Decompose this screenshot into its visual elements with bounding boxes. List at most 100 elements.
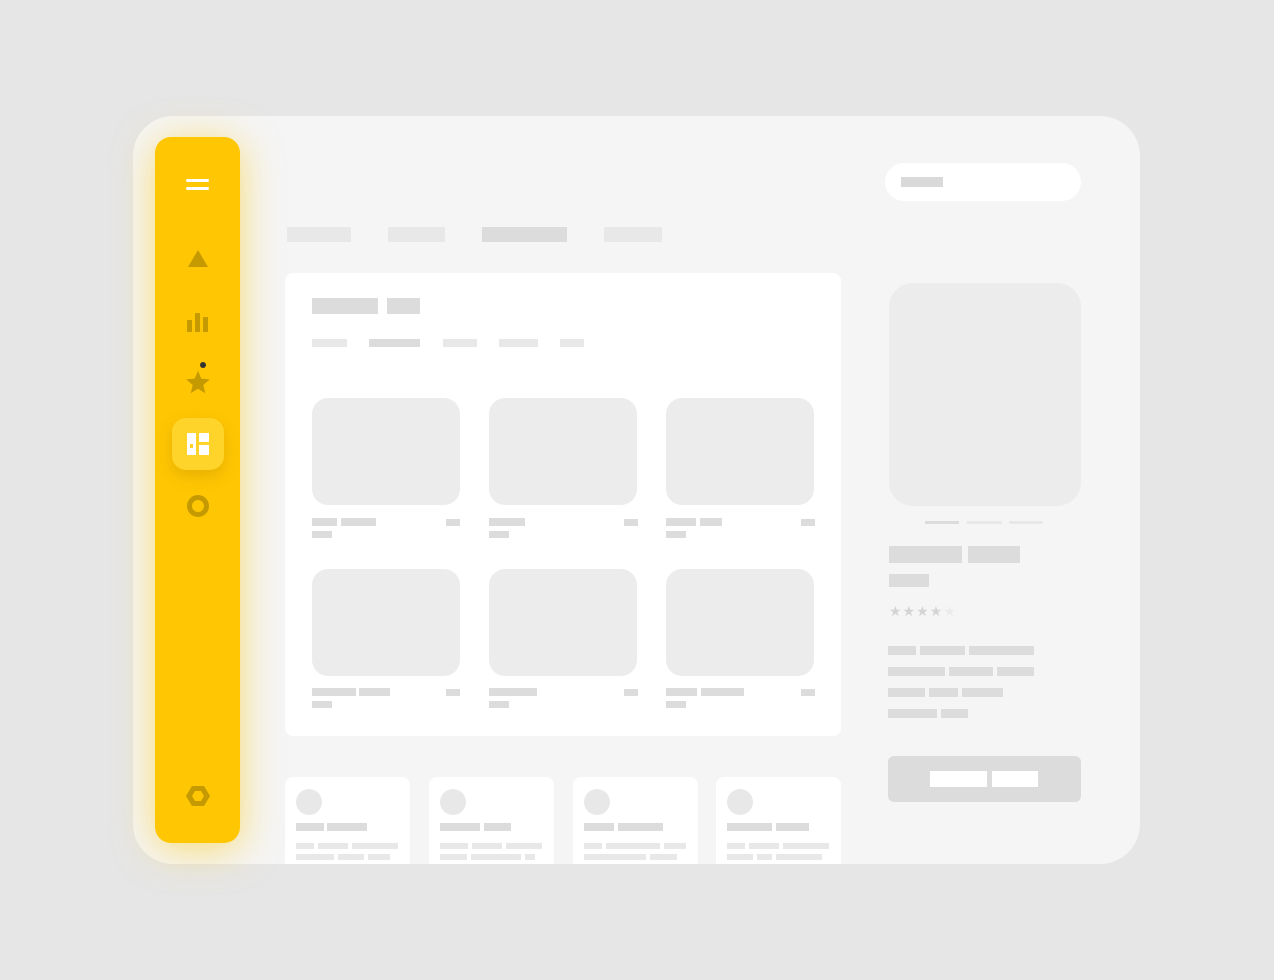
feed-card-title (484, 823, 511, 831)
avatar (440, 789, 466, 815)
feed-card[interactable] (716, 777, 841, 877)
detail-text (888, 667, 945, 676)
feed-card-text (776, 854, 822, 860)
feed-card-text (783, 843, 829, 849)
tile-sub (666, 531, 686, 538)
feed-card-text (727, 854, 753, 860)
nav-item-stats[interactable] (180, 307, 216, 335)
feed-card-text (296, 854, 334, 860)
primary-action-button[interactable] (888, 756, 1081, 802)
tile-meta (801, 519, 815, 526)
card-title-suffix (387, 298, 420, 314)
tile-meta (624, 519, 638, 526)
feed-card-text (584, 843, 602, 849)
feed-card-title (618, 823, 663, 831)
tile-label (312, 688, 356, 696)
filter-1[interactable] (312, 339, 347, 347)
nav-item-profile[interactable] (180, 491, 216, 521)
tab-3-active[interactable] (482, 227, 567, 242)
feed-card-text (584, 854, 646, 860)
feed-card-text (472, 843, 502, 849)
feed-card-text (650, 854, 677, 860)
nav-item-home[interactable] (180, 245, 216, 273)
tile-sub (489, 701, 509, 708)
feed-card-title (327, 823, 367, 831)
feed-card-text (757, 854, 772, 860)
feed-card-text (727, 843, 745, 849)
search-input[interactable] (885, 163, 1081, 201)
tile-sub (312, 531, 332, 538)
grid-tile[interactable] (666, 398, 814, 505)
grid-tile[interactable] (312, 398, 460, 505)
filter-2-active[interactable] (369, 339, 420, 347)
menu-button[interactable] (178, 169, 218, 201)
tile-meta (624, 689, 638, 696)
feed-card-title (776, 823, 809, 831)
feed-card-text (664, 843, 686, 849)
preview-image[interactable] (889, 283, 1081, 506)
filter-4[interactable] (499, 339, 538, 347)
avatar (584, 789, 610, 815)
tile-label (359, 688, 390, 696)
feed-card-text (471, 854, 521, 860)
notification-dot (199, 362, 206, 368)
settings-icon (185, 786, 210, 806)
rating-stars: ★★★★★ (889, 603, 957, 619)
window-bottom-mask (133, 864, 1140, 884)
feed-card-text (338, 854, 364, 860)
feed-card-title (584, 823, 614, 831)
feed-card-title (440, 823, 480, 831)
detail-text (888, 709, 937, 718)
tile-label (341, 518, 376, 526)
filter-5[interactable] (560, 339, 584, 347)
detail-text (888, 646, 916, 655)
bar-chart-icon (186, 313, 208, 332)
detail-text (888, 688, 925, 697)
feed-card[interactable] (285, 777, 410, 877)
feed-card[interactable] (573, 777, 698, 877)
filter-3[interactable] (443, 339, 477, 347)
feed-card-text (606, 843, 660, 849)
triangle-icon (187, 250, 208, 267)
nav-item-dashboard[interactable] (171, 418, 224, 470)
tab-1[interactable] (287, 227, 351, 242)
tile-label (489, 518, 525, 526)
tile-label (489, 688, 537, 696)
carousel-dot-active[interactable] (925, 521, 959, 524)
feed-card-text (749, 843, 779, 849)
avatar (727, 789, 753, 815)
grid-tile[interactable] (489, 569, 637, 676)
tab-4[interactable] (604, 227, 662, 242)
detail-text (920, 646, 965, 655)
detail-title (889, 546, 962, 563)
feed-card[interactable] (429, 777, 554, 877)
button-label (992, 771, 1038, 787)
tile-meta (446, 689, 460, 696)
tile-sub (489, 531, 509, 538)
carousel-dot[interactable] (967, 521, 1002, 524)
carousel-dot[interactable] (1009, 521, 1043, 524)
grid-tile[interactable] (312, 569, 460, 676)
tab-2[interactable] (388, 227, 445, 242)
detail-text (969, 646, 1034, 655)
dashboard-icon (186, 433, 209, 455)
nav-item-favorites[interactable] (180, 362, 216, 397)
detail-subtitle (889, 574, 929, 587)
detail-title-suffix (968, 546, 1020, 563)
avatar (296, 789, 322, 815)
settings-button[interactable] (180, 781, 216, 811)
detail-text (929, 688, 958, 697)
feed-card-text (352, 843, 398, 849)
feed-card-text (318, 843, 348, 849)
feed-card-text (368, 854, 390, 860)
tile-sub (312, 701, 332, 708)
tile-label (666, 688, 697, 696)
feed-card-text (506, 843, 542, 849)
tile-sub (666, 701, 686, 708)
card-title (312, 298, 378, 314)
tile-label (700, 518, 722, 526)
grid-tile[interactable] (489, 398, 637, 505)
grid-tile[interactable] (666, 569, 814, 676)
circle-icon (186, 495, 209, 517)
tile-label (312, 518, 337, 526)
